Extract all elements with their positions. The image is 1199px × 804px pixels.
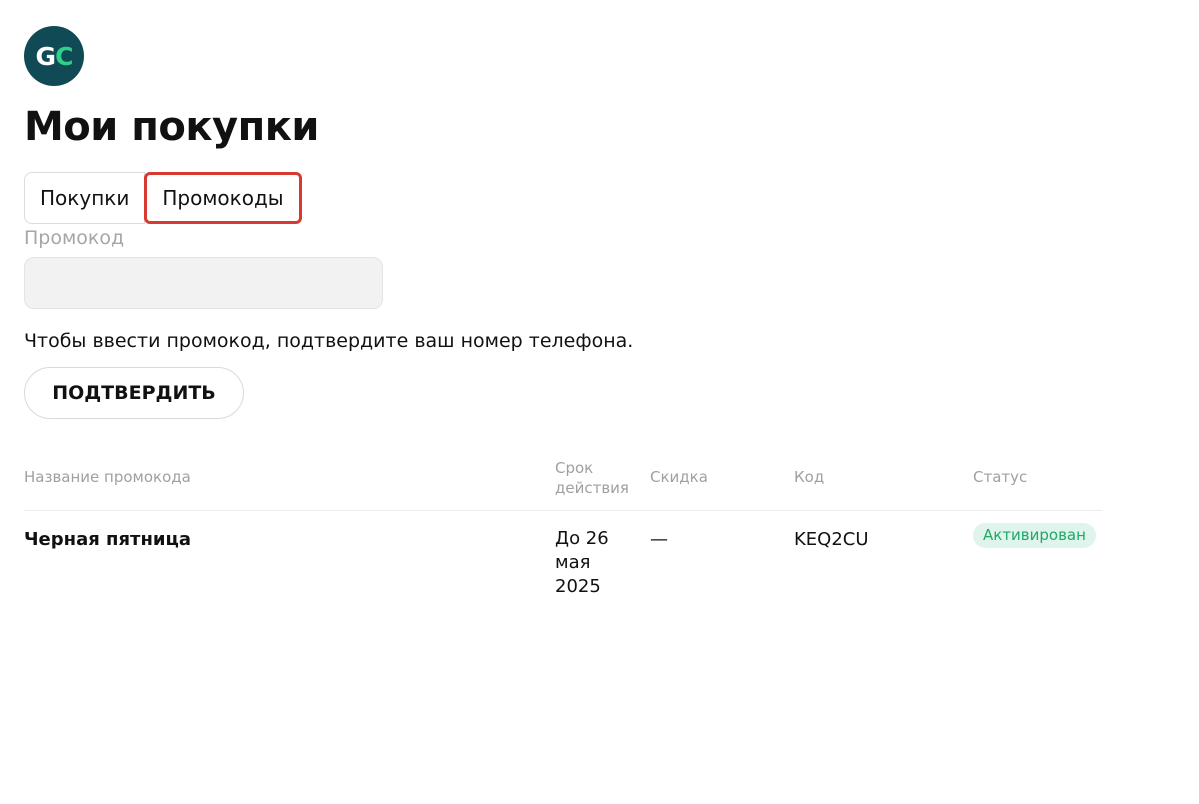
promo-discount: — <box>650 529 668 550</box>
tab-promocodes[interactable]: Промокоды <box>144 172 302 224</box>
header-validity: Срок действия <box>555 459 629 497</box>
page-title: Мои покупки <box>24 104 319 150</box>
promo-code-input[interactable] <box>24 257 383 309</box>
phone-confirm-hint: Чтобы ввести промокод, подтвердите ваш н… <box>24 330 634 352</box>
header-promo-name: Название промокода <box>24 468 191 486</box>
promo-code-label: Промокод <box>24 227 125 249</box>
promo-code-value: KEQ2CU <box>794 529 869 550</box>
logo-letter-c: C <box>55 41 73 71</box>
purchases-page: GC Мои покупки Покупки Промокоды Промоко… <box>0 0 1199 804</box>
tabs: Покупки Промокоды <box>24 172 302 224</box>
promo-name: Черная пятница <box>24 529 192 550</box>
header-code: Код <box>794 468 825 486</box>
promo-validity: До 26 мая 2025 <box>555 528 609 597</box>
confirm-phone-button[interactable]: ПОДТВЕРДИТЬ <box>24 367 244 419</box>
logo-letter-g: G <box>35 41 57 71</box>
tab-purchases[interactable]: Покупки <box>24 172 146 224</box>
header-discount: Скидка <box>650 468 708 486</box>
header-status: Статус <box>973 468 1028 486</box>
gc-logo[interactable]: GC <box>24 26 84 86</box>
table-divider <box>24 510 1102 511</box>
status-badge: Активирован <box>973 523 1096 548</box>
